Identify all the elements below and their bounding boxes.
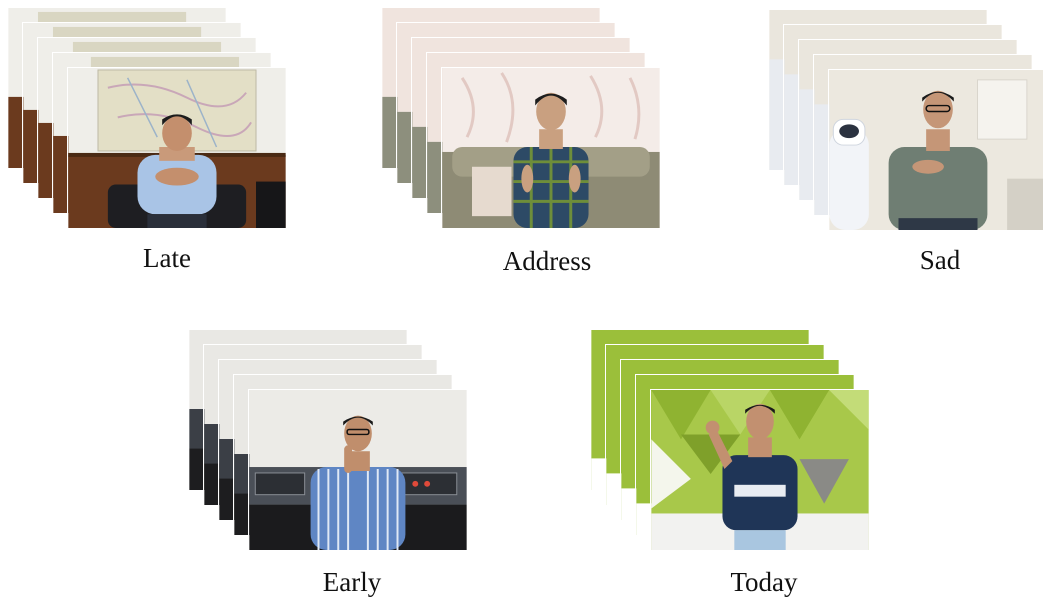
video-frame	[248, 389, 468, 551]
sign-label: Late	[143, 243, 191, 273]
sign-label: Address	[502, 246, 592, 276]
video-frame	[828, 69, 1043, 231]
video-frame	[441, 67, 661, 229]
sign-label: Sad	[919, 245, 961, 275]
video-frame	[67, 67, 287, 229]
sign-label: Early	[322, 567, 382, 597]
sign-label: Today	[730, 567, 798, 597]
video-frame	[650, 389, 870, 551]
